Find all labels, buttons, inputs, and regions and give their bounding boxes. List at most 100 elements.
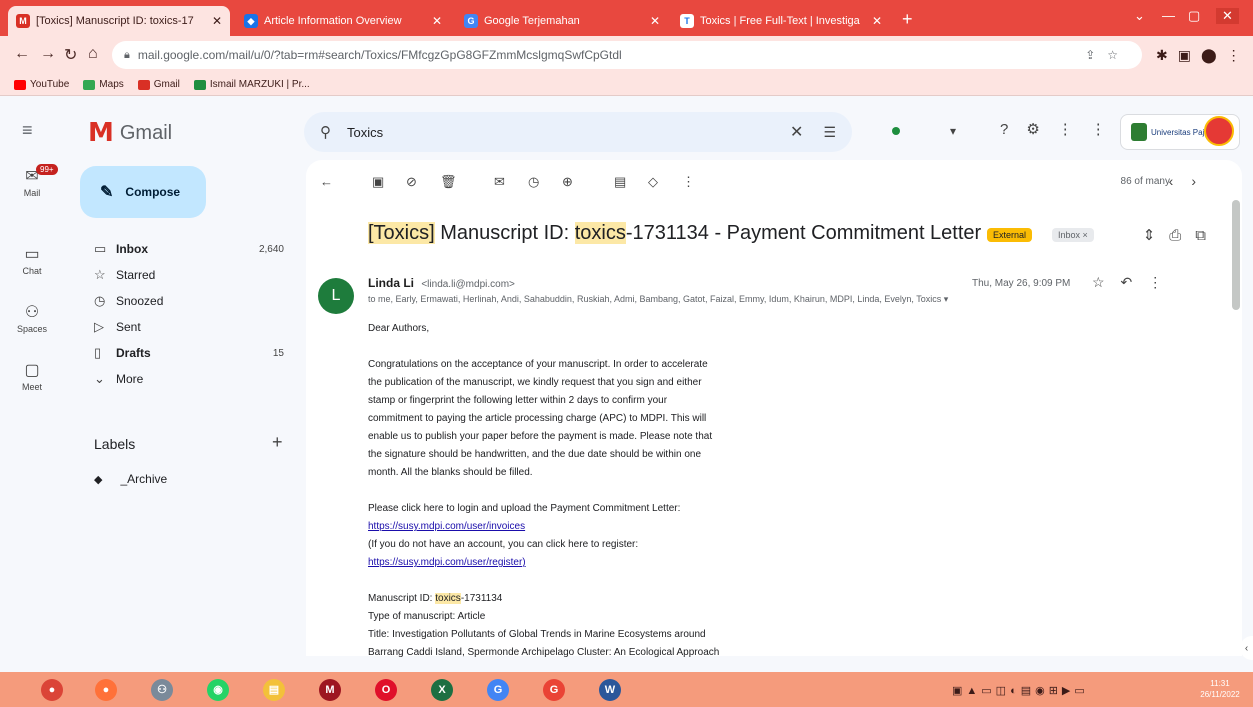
report-spam-icon[interactable]: ⊘	[406, 174, 417, 190]
reload-icon[interactable]: ↻	[64, 45, 77, 65]
compose-label: Compose	[125, 185, 181, 199]
taskbar-app-chrome-profile-3[interactable]: G	[532, 676, 576, 703]
snooze-icon[interactable]: ◷	[528, 174, 539, 190]
message-panel: ← ▣ ⊘ 🗑︎ ✉ ◷ ⊕ ▤ ◇ ⋮ 86 of many ‹› [Toxi…	[306, 160, 1242, 658]
taskbar-app-explorer[interactable]: ▤	[252, 676, 296, 703]
sender-avatar[interactable]: L	[318, 278, 354, 314]
browser-tab-3[interactable]: T Toxics | Free Full-Text | Investiga ✕	[672, 6, 890, 36]
clock-date: 26/11/2022	[1200, 690, 1240, 699]
close-tab-icon[interactable]: ✕	[432, 14, 442, 28]
nav-item-snoozed[interactable]: ◷ Snoozed	[80, 288, 300, 314]
lock-icon[interactable]: 🔒︎	[124, 49, 130, 62]
message-actions[interactable]: ☆↶⋮	[1092, 274, 1178, 291]
extension-icons[interactable]: ✱▣⬤⋮	[1156, 47, 1251, 64]
bookmark-2[interactable]: Gmail	[137, 79, 180, 90]
pager-arrows[interactable]: ‹›	[1169, 173, 1214, 189]
side-panel-toggle[interactable]: ‹	[1240, 636, 1253, 660]
nav-item-starred[interactable]: ☆ Starred	[80, 262, 300, 288]
tab-title: Google Terjemahan	[484, 15, 580, 27]
clear-search-icon[interactable]: ✕	[790, 122, 803, 142]
search-icon[interactable]: ⚲	[320, 123, 331, 141]
sender-name[interactable]: Linda Li	[368, 276, 414, 290]
close-tab-icon[interactable]: ✕	[872, 14, 882, 28]
maximize-button[interactable]: ▢	[1188, 8, 1200, 24]
taskbar-app-firefox[interactable]: ●	[84, 676, 128, 703]
taskbar-app-chrome[interactable]: ●	[30, 676, 74, 703]
tab-search-icon[interactable]: ⌄	[1134, 8, 1145, 24]
taskbar-app-chrome-profile-2[interactable]: G	[476, 676, 520, 703]
taskbar-app-mendeley[interactable]: M	[308, 676, 352, 703]
back-to-search-icon[interactable]: ←	[320, 174, 333, 189]
active-status-dot	[892, 127, 900, 135]
chrome-icon: ●	[41, 678, 63, 701]
nav-item-sent[interactable]: ▷ Sent	[80, 314, 300, 340]
browser-tab-0[interactable]: M [Toxics] Manuscript ID: toxics-17 ✕	[8, 6, 230, 36]
rail-item-chat[interactable]: ▭ Chat	[0, 244, 64, 276]
close-window-button[interactable]: ✕	[1216, 8, 1239, 24]
taskbar-app-whatsapp[interactable]: ◉	[196, 676, 240, 703]
close-tab-icon[interactable]: ✕	[212, 14, 222, 28]
unread-badge: 99+	[36, 164, 58, 175]
nav-item-more[interactable]: ⌄ More	[80, 366, 300, 392]
taskbar-app-opera[interactable]: O	[364, 676, 408, 703]
account-avatar[interactable]	[1204, 116, 1234, 146]
ms-id-suffix: -1731134	[460, 593, 503, 604]
label-item-archive[interactable]: ◆ _Archive	[94, 472, 167, 486]
bookmark-3[interactable]: Ismail MARZUKI | Pr...	[193, 79, 310, 90]
home-icon[interactable]: ⌂	[88, 45, 98, 63]
subject-part: -1731134 - Payment Commitment Letter	[625, 222, 982, 244]
mendeley-icon: M	[319, 678, 341, 701]
scrollbar-thumb[interactable]	[1232, 200, 1240, 310]
back-icon[interactable]: ←	[14, 45, 30, 63]
main-menu-icon[interactable]: ≡	[22, 120, 33, 141]
nav-item-drafts[interactable]: ▯ Drafts 15	[80, 340, 300, 366]
taskbar-clock[interactable]: 11:31 26/11/2022	[1190, 678, 1250, 700]
status-dropdown-icon: ▾	[950, 124, 957, 138]
browser-tab-1[interactable]: ◆ Article Information Overview ✕	[236, 6, 450, 36]
compose-button[interactable]: ✎ Compose	[80, 166, 206, 218]
gmail-logo[interactable]: M Gmail	[88, 118, 172, 148]
rail-item-meet[interactable]: ▢ Meet	[0, 360, 64, 392]
inbox-label-chip[interactable]: Inbox ×	[1052, 228, 1094, 242]
taskbar-app-excel[interactable]: X	[420, 676, 464, 703]
search-options-icon[interactable]: ☰	[823, 124, 836, 141]
bookmark-0[interactable]: YouTube	[14, 79, 69, 90]
gmail-m-icon: M	[88, 118, 114, 148]
archive-icon[interactable]: ▣	[372, 174, 384, 190]
address-bar[interactable]: 🔒︎ mail.google.com/mail/u/0/?tab=rm#sear…	[112, 41, 1142, 69]
mark-unread-icon[interactable]: ✉	[494, 174, 505, 190]
move-to-icon[interactable]: ▤	[614, 174, 626, 190]
forward-icon[interactable]: →	[40, 45, 56, 63]
bookmark-1[interactable]: Maps	[83, 79, 124, 90]
opera-icon: O	[375, 678, 397, 701]
share-bookmark-icons[interactable]: ⇪☆	[1085, 48, 1130, 62]
label-name: _Archive	[120, 472, 168, 486]
message-body: Dear Authors, Congratulations on the acc…	[368, 320, 808, 680]
add-label-button[interactable]: +	[272, 432, 283, 453]
status-indicator[interactable]: ▾	[878, 116, 978, 146]
nav-count: 2,640	[258, 243, 284, 255]
search-input[interactable]: Toxics	[347, 125, 790, 140]
taskbar-app-people[interactable]: ⚇	[140, 676, 184, 703]
chrome-profile-2-icon: G	[487, 678, 509, 701]
system-tray-icons[interactable]: ▣▲▭◫◐▤◉⊞▶▭	[952, 684, 1089, 697]
close-tab-icon[interactable]: ✕	[650, 14, 660, 28]
delete-icon[interactable]: 🗑︎	[440, 174, 457, 190]
taskbar-app-word[interactable]: W	[588, 676, 632, 703]
register-link[interactable]: https://susy.mdpi.com/user/register)	[368, 554, 808, 572]
subject-actions[interactable]: ⇕⎙⧉	[1143, 226, 1220, 244]
label-icon[interactable]: ◇	[648, 174, 658, 190]
top-right-icons[interactable]: ?⚙⋮⋮	[1000, 120, 1124, 138]
add-to-tasks-icon[interactable]: ⊕	[562, 174, 573, 190]
pencil-icon: ✎	[100, 184, 114, 201]
recipients-line[interactable]: to me, Early, Ermawati, Herlinah, Andi, …	[368, 294, 1088, 305]
nav-item-inbox[interactable]: ▭ Inbox 2,640	[80, 236, 300, 262]
new-tab-button[interactable]: +	[902, 9, 913, 30]
rail-item-spaces[interactable]: ⚇ Spaces	[0, 302, 64, 334]
invoices-link[interactable]: https://susy.mdpi.com/user/invoices	[368, 518, 808, 536]
tab-title: [Toxics] Manuscript ID: toxics-17	[36, 15, 194, 27]
minimize-button[interactable]: —	[1162, 8, 1175, 23]
more-options-icon[interactable]: ⋮	[682, 174, 695, 190]
search-bar[interactable]: ⚲ Toxics ✕ ☰	[304, 112, 852, 152]
browser-tab-2[interactable]: G Google Terjemahan ✕	[456, 6, 668, 36]
